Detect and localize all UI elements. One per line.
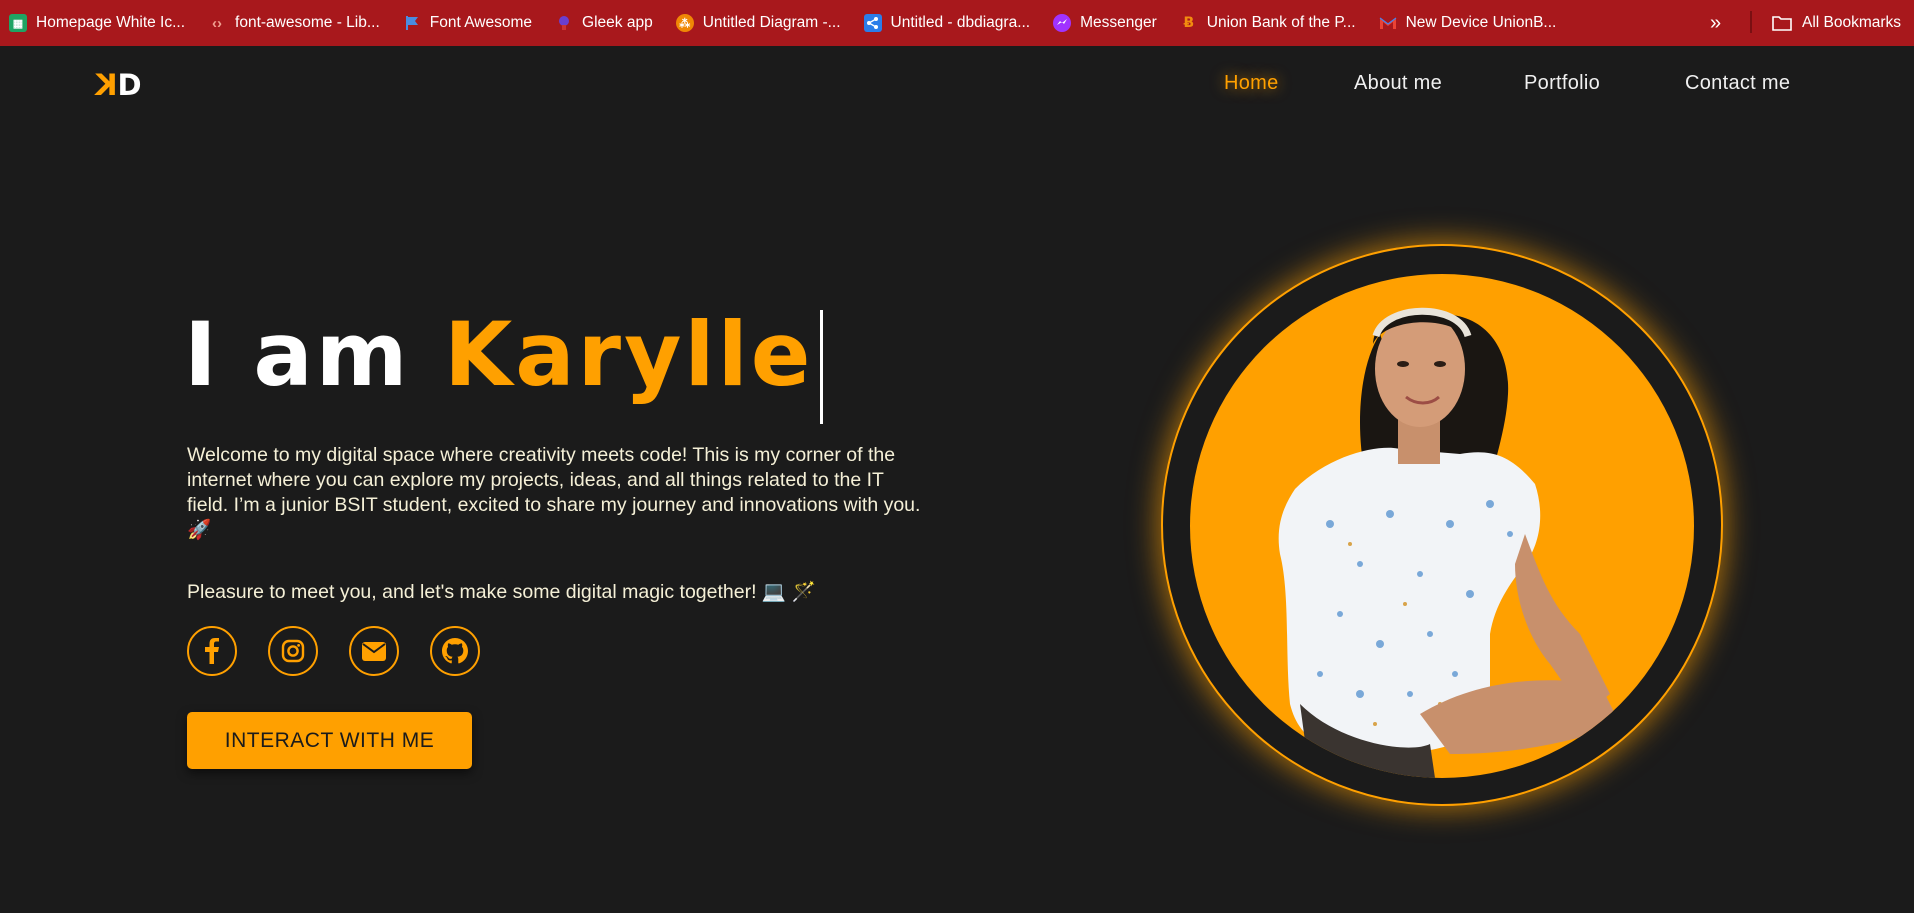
nav-home[interactable]: Home: [1224, 72, 1279, 95]
bookmark-dbdiagram[interactable]: Untitled - dbdiagra...: [863, 0, 1031, 46]
envelope-icon: [362, 641, 386, 661]
bookmark-gleek-app[interactable]: Gleek app: [555, 0, 653, 46]
bookmark-messenger[interactable]: Messenger: [1053, 0, 1157, 46]
gleek-icon: [555, 14, 573, 32]
email-link[interactable]: [349, 626, 399, 676]
bookmark-label: Gleek app: [582, 14, 653, 31]
messenger-icon: [1053, 14, 1072, 32]
bookmark-label: Union Bank of the P...: [1206, 14, 1356, 31]
bookmark-label: font-awesome - Lib...: [235, 14, 380, 31]
folder-icon: [1772, 16, 1792, 31]
code-icon: ‹›: [212, 14, 223, 32]
instagram-icon: [281, 639, 305, 663]
logo-d: D: [117, 68, 141, 102]
bookmark-label: New Device UnionB...: [1405, 14, 1557, 31]
bookmarks-bar: ▦ Homepage White Ic... ‹› font-awesome -…: [0, 0, 1914, 46]
typing-cursor: [820, 310, 823, 424]
social-links: [187, 626, 511, 676]
bookmark-label: Font Awesome: [429, 14, 533, 31]
facebook-link[interactable]: [187, 626, 237, 676]
profile-photo: [1190, 274, 1694, 778]
bookmark-union-bank[interactable]: Ƀ Union Bank of the P...: [1180, 0, 1356, 46]
hero-title: I am Karylle: [184, 300, 813, 410]
unionbank-icon: Ƀ: [1183, 15, 1195, 31]
more-bookmarks-chevron-icon[interactable]: »: [1710, 0, 1721, 46]
github-link[interactable]: [430, 626, 480, 676]
bookmark-untitled-diagram[interactable]: ⁂ Untitled Diagram -...: [675, 0, 841, 46]
hero-greeting: Pleasure to meet you, and let's make som…: [187, 581, 816, 603]
bookmark-label: Homepage White Ic...: [36, 14, 186, 31]
hero-title-name: Karylle: [444, 303, 814, 406]
nav-portfolio[interactable]: Portfolio: [1524, 72, 1600, 95]
bookmark-font-awesome-lib[interactable]: ‹› font-awesome - Lib...: [208, 0, 380, 46]
all-bookmarks-label: All Bookmarks: [1802, 14, 1902, 31]
hero-intro: Welcome to my digital space where creati…: [187, 444, 921, 541]
sheets-icon: ▦: [9, 14, 27, 32]
drawio-icon: ⁂: [675, 14, 694, 32]
bookmark-label: Messenger: [1080, 14, 1157, 31]
bookmarks-divider: [1750, 11, 1752, 33]
nav-about[interactable]: About me: [1354, 72, 1442, 95]
logo-k: K: [96, 68, 118, 102]
bookmark-font-awesome[interactable]: Font Awesome: [403, 0, 532, 46]
instagram-link[interactable]: [268, 626, 318, 676]
site-logo[interactable]: KD: [96, 68, 142, 102]
facebook-icon: [205, 638, 219, 664]
all-bookmarks-button[interactable]: All Bookmarks: [1772, 0, 1901, 46]
gmail-icon: [1379, 14, 1397, 32]
share-icon: [863, 14, 882, 32]
bookmark-homepage-white-icons[interactable]: ▦ Homepage White Ic...: [9, 0, 185, 46]
github-icon: [442, 638, 468, 664]
bookmark-new-device-unionbank[interactable]: New Device UnionB...: [1379, 0, 1557, 46]
hero-title-prefix: I am: [184, 303, 445, 406]
interact-button[interactable]: INTERACT WITH ME: [187, 712, 472, 769]
bookmark-label: Untitled Diagram -...: [702, 14, 841, 31]
bookmark-label: Untitled - dbdiagra...: [890, 14, 1031, 31]
flag-icon: [403, 14, 421, 32]
nav-contact[interactable]: Contact me: [1685, 72, 1790, 95]
